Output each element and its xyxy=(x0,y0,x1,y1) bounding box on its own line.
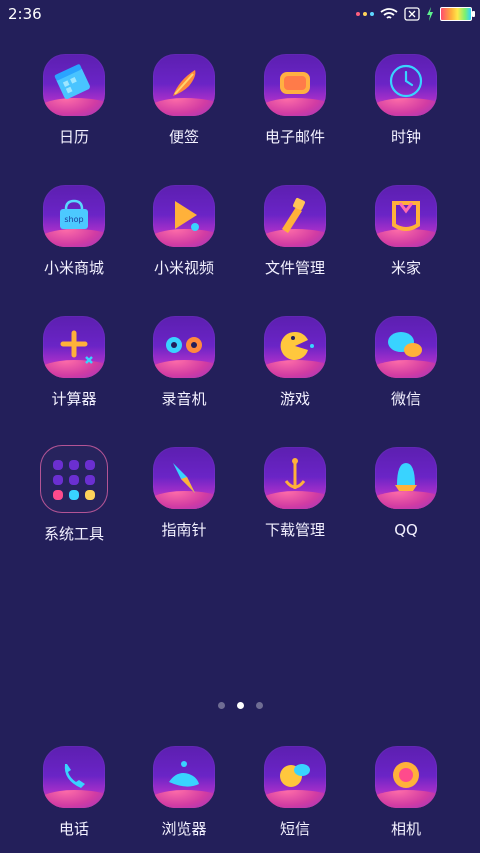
app-label: 米家 xyxy=(390,259,421,277)
browser-icon xyxy=(153,746,215,808)
battery-icon xyxy=(440,7,475,21)
compass-icon xyxy=(153,447,215,509)
folder-icon xyxy=(40,445,108,513)
app-label: 便签 xyxy=(168,128,199,146)
app-label: 时钟 xyxy=(390,128,421,146)
app-label: 微信 xyxy=(390,390,421,408)
calendar-icon xyxy=(43,54,105,116)
app-label: 游戏 xyxy=(279,390,310,408)
app-label: 电话 xyxy=(58,820,89,838)
game-icon xyxy=(264,316,326,378)
app-file-manager[interactable]: 文件管理 xyxy=(240,185,350,277)
shop-icon: shop xyxy=(43,185,105,247)
calculator-icon xyxy=(43,316,105,378)
app-label: 系统工具 xyxy=(43,525,104,543)
app-label: 下载管理 xyxy=(264,521,325,539)
clock-icon xyxy=(375,54,437,116)
no-sim-icon xyxy=(404,7,420,21)
app-notes[interactable]: 便签 xyxy=(129,54,239,146)
app-game[interactable]: 游戏 xyxy=(240,316,350,408)
notes-icon xyxy=(153,54,215,116)
app-calculator[interactable]: 计算器 xyxy=(19,316,129,408)
app-label: 短信 xyxy=(279,820,310,838)
app-label: 日历 xyxy=(58,128,89,146)
app-recorder[interactable]: 录音机 xyxy=(129,316,239,408)
status-bar: 2:36 xyxy=(0,0,480,28)
shop-badge-text: shop xyxy=(64,215,83,224)
app-qq[interactable]: QQ xyxy=(351,447,461,539)
page-dot-active[interactable] xyxy=(236,702,244,709)
app-mi-store[interactable]: shop 小米商城 xyxy=(19,185,129,277)
mijia-icon xyxy=(375,185,437,247)
app-label: 相机 xyxy=(390,820,421,838)
wechat-icon xyxy=(375,316,437,378)
wifi-icon xyxy=(380,8,398,19)
app-compass[interactable]: 指南针 xyxy=(129,447,239,539)
app-browser[interactable]: 浏览器 xyxy=(129,746,239,838)
app-camera[interactable]: 相机 xyxy=(351,746,461,838)
notification-dots-icon xyxy=(356,12,374,16)
app-email[interactable]: 电子邮件 xyxy=(240,54,350,146)
app-system-tools-folder[interactable]: 系统工具 xyxy=(19,445,129,543)
app-wechat[interactable]: 微信 xyxy=(351,316,461,408)
recorder-icon xyxy=(153,316,215,378)
app-clock[interactable]: 时钟 xyxy=(351,54,461,146)
page-indicator[interactable] xyxy=(0,702,480,709)
app-label: 文件管理 xyxy=(264,259,325,277)
app-label: 浏览器 xyxy=(161,820,207,838)
video-icon xyxy=(153,185,215,247)
status-icons xyxy=(356,6,475,22)
app-mi-video[interactable]: 小米视频 xyxy=(129,185,239,277)
status-time: 2:36 xyxy=(8,5,42,23)
phone-icon xyxy=(43,746,105,808)
app-mijia[interactable]: 米家 xyxy=(351,185,461,277)
email-icon xyxy=(264,54,326,116)
page-dot[interactable] xyxy=(255,702,263,709)
messages-icon xyxy=(264,746,326,808)
charging-icon xyxy=(427,7,433,21)
download-icon xyxy=(264,447,326,509)
camera-icon xyxy=(375,746,437,808)
page-dot[interactable] xyxy=(217,702,225,709)
app-phone[interactable]: 电话 xyxy=(19,746,129,838)
app-label: 录音机 xyxy=(161,390,207,408)
app-label: 小米商城 xyxy=(43,259,104,277)
file-manager-icon xyxy=(264,185,326,247)
app-label: 电子邮件 xyxy=(264,128,325,146)
app-download-manager[interactable]: 下载管理 xyxy=(240,447,350,539)
app-label: 计算器 xyxy=(51,390,97,408)
qq-icon xyxy=(375,447,437,509)
app-calendar[interactable]: 日历 xyxy=(19,54,129,146)
app-label: 指南针 xyxy=(161,521,207,539)
app-label: QQ xyxy=(394,521,418,539)
app-label: 小米视频 xyxy=(153,259,214,277)
app-messages[interactable]: 短信 xyxy=(240,746,350,838)
